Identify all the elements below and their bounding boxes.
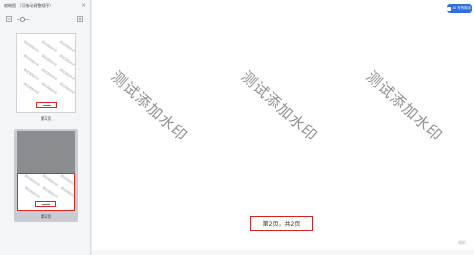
slider-handle[interactable]	[20, 17, 25, 22]
page-footer-highlight: 第2页，共2页	[250, 216, 313, 231]
page-number-footer: 第2页，共2页	[262, 221, 301, 228]
thumbnail-watermark: 测试添加水印	[58, 81, 76, 96]
thumbnail-watermark: 测试添加水印	[40, 81, 58, 96]
corner-logo-text: 福昕	[458, 240, 466, 245]
thumbnail-watermark-row: 测试添加水印 测试添加水印 测试添加水印	[22, 174, 74, 187]
ai-assistant-button[interactable]: AI 写作助手	[447, 4, 472, 13]
thumbnail-label-1: 第1页	[40, 116, 52, 121]
thumbnail-watermark: 测试添加水印	[41, 185, 59, 200]
corner-logo: 福昕	[452, 238, 472, 248]
thumbnail-page-preview-bottom: 测试添加水印 测试添加水印 测试添加水印 测试添加水印 测试添加水印 测试添加水…	[17, 173, 75, 211]
close-icon[interactable]: ×	[80, 2, 87, 9]
thumbnail-size-icon[interactable]	[6, 16, 12, 22]
pdf-editor-window: 缩略图 （可拖动调整顺序） × 测试添加水印 测试添加水印 测试添加水印 测试添…	[0, 0, 474, 255]
thumbnail-watermark-row: 测试添加水印 测试添加水印 测试添加水印	[21, 40, 75, 54]
ai-assistant-label: AI 写作助手	[452, 6, 472, 10]
thumbnail-footer-highlight	[36, 102, 57, 108]
watermark-text: 测试添加水印	[107, 67, 192, 146]
page-thumbnail-1[interactable]: 测试添加水印 测试添加水印 测试添加水印 测试添加水印 测试添加水印 测试添加水…	[16, 33, 76, 113]
sidebar-header: 缩略图 （可拖动调整顺序） ×	[0, 0, 91, 13]
thumbnail-label-2: 第2页	[40, 214, 52, 219]
sidebar-title: 缩略图 （可拖动调整顺序）	[4, 3, 54, 8]
thumbnail-watermark-row: 测试添加水印 测试添加水印 测试添加水印	[21, 68, 75, 82]
document-viewport: 测试添加水印 测试添加水印 测试添加水印 第2页，共2页	[92, 0, 474, 255]
document-page[interactable]: 测试添加水印 测试添加水印 测试添加水印 第2页，共2页	[92, 0, 474, 250]
thumbnail-watermark-row: 测试添加水印 测试添加水印 测试添加水印	[21, 82, 75, 96]
thumbnail-watermark-row: 测试添加水印 测试添加水印 测试添加水印	[22, 186, 74, 200]
thumbnail-page-preview-top	[17, 131, 75, 173]
thumbnail-footer-highlight	[35, 201, 56, 207]
sidebar-zoom-toolbar	[0, 13, 91, 25]
thumbnail-watermark: 测试添加水印	[22, 81, 40, 96]
watermark-text: 测试添加水印	[362, 67, 447, 146]
thumbnail-watermark-row: 测试添加水印 测试添加水印 测试添加水印	[21, 54, 75, 68]
ai-icon	[447, 6, 452, 11]
thumbnail-watermark: 测试添加水印	[23, 185, 41, 200]
watermark-text: 测试添加水印	[237, 67, 322, 146]
fit-thumbnail-icon[interactable]	[77, 16, 83, 22]
thumbnail-sidebar: 缩略图 （可拖动调整顺序） × 测试添加水印 测试添加水印 测试添加水印 测试添…	[0, 0, 91, 255]
